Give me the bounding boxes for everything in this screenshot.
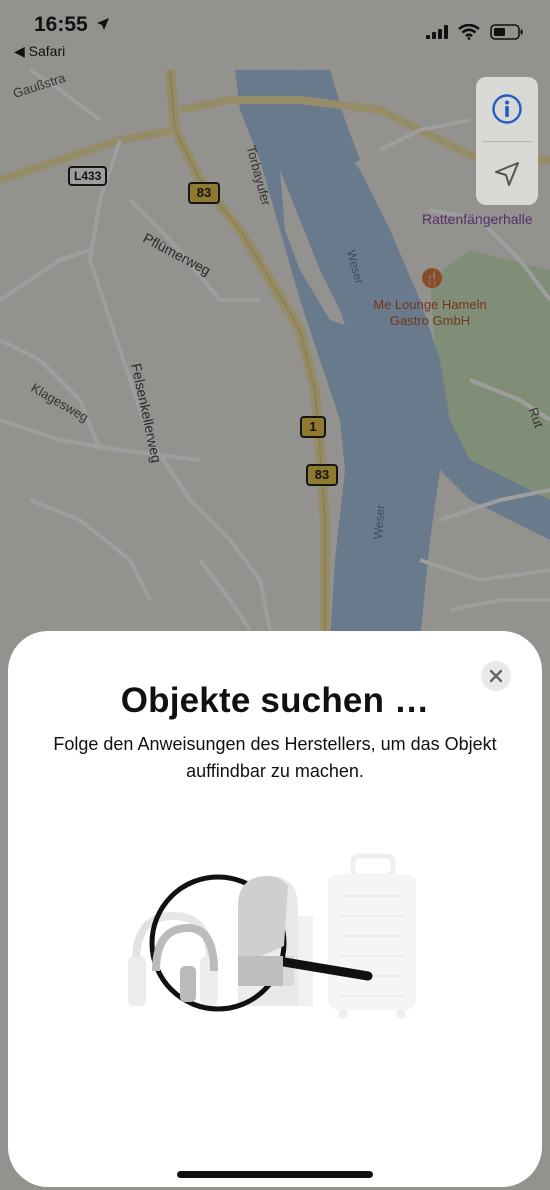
status-bar: 16:55 ◀ Safari [0, 0, 550, 64]
wifi-icon [458, 24, 480, 40]
find-items-sheet: Objekte suchen … Folge den Anweisungen d… [8, 631, 542, 1187]
cellular-signal-icon [426, 25, 448, 39]
status-time-text: 16:55 [34, 13, 88, 36]
screen: Gaußstra Pflümerweg Torbayufer Weser Wes… [0, 0, 550, 1190]
sheet-subtitle: Folge den Anweisungen des Herstellers, u… [53, 734, 497, 781]
battery-icon [490, 24, 523, 40]
current-location-button[interactable] [476, 142, 538, 205]
status-icons [426, 24, 524, 40]
map-info-button[interactable] [476, 77, 538, 141]
status-time: 16:55 [34, 13, 110, 37]
home-indicator[interactable] [177, 1171, 373, 1178]
location-arrow-icon [495, 162, 519, 186]
sheet-title: Objekte suchen … [120, 681, 430, 720]
item-search-illustration [128, 853, 416, 1019]
info-icon [492, 94, 522, 124]
location-services-icon [96, 18, 109, 30]
map-controls [476, 77, 538, 205]
suitcase-icon [328, 853, 416, 1019]
back-to-app-button[interactable]: ◀ Safari [14, 43, 65, 60]
